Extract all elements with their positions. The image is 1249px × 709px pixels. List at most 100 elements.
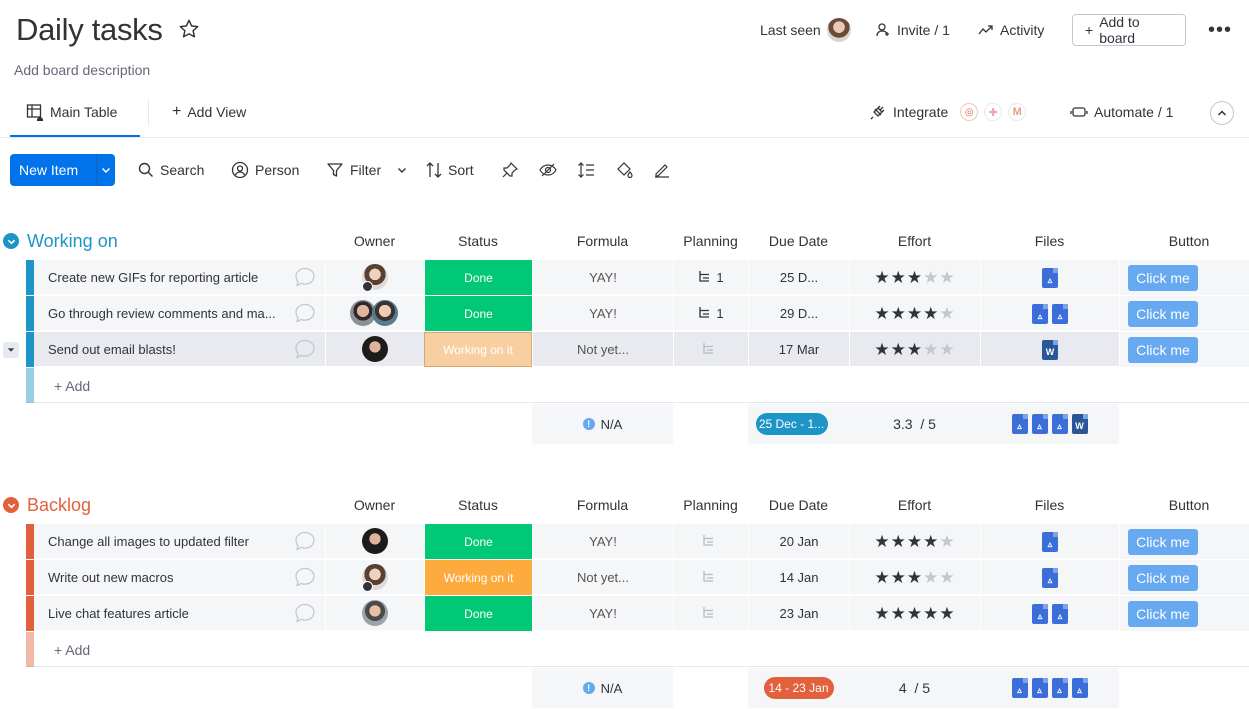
drive-file-icon[interactable]: ▵ bbox=[1051, 678, 1068, 698]
search-button[interactable]: Search bbox=[138, 156, 204, 184]
integrate-button[interactable]: Integrate ◎ ✚ M bbox=[869, 100, 1027, 124]
table-row[interactable]: Write out new macros Working on it Not yet… bbox=[26, 560, 1249, 595]
drive-file-icon[interactable]: ▵ bbox=[1052, 603, 1068, 624]
hide-eye-icon[interactable] bbox=[539, 162, 557, 178]
column-header[interactable]: Planning bbox=[673, 233, 748, 249]
drive-file-icon[interactable]: ▵ bbox=[1031, 678, 1048, 698]
star-filled-icon[interactable]: ★ bbox=[874, 340, 890, 360]
due-date-cell[interactable]: 23 Jan bbox=[748, 596, 849, 631]
formula-cell[interactable]: YAY! bbox=[532, 524, 673, 559]
effort-rating[interactable]: ★ ★ ★ ★ ★ bbox=[849, 596, 980, 631]
date-range-pill[interactable]: 25 Dec - 1... bbox=[755, 413, 828, 435]
star-empty-icon[interactable]: ★ bbox=[939, 532, 955, 552]
info-icon[interactable]: ! bbox=[582, 418, 595, 430]
star-empty-icon[interactable]: ★ bbox=[939, 268, 955, 288]
add-item-row[interactable]: + Add bbox=[26, 368, 1249, 403]
drive-file-icon[interactable]: ▵ bbox=[1042, 531, 1058, 552]
table-row[interactable]: Live chat features article Done YAY! 23 Jan… bbox=[26, 596, 1249, 631]
person-filter-button[interactable]: Person bbox=[231, 156, 299, 184]
info-icon[interactable]: ! bbox=[582, 682, 595, 694]
group-title[interactable]: Backlog bbox=[3, 493, 91, 517]
add-item-row[interactable]: + Add bbox=[26, 632, 1249, 667]
item-name[interactable]: Live chat features article bbox=[34, 596, 325, 631]
word-file-icon[interactable]: W bbox=[1042, 339, 1058, 360]
effort-rating[interactable]: ★ ★ ★ ★ ★ bbox=[849, 524, 980, 559]
column-header[interactable]: Due Date bbox=[748, 497, 849, 513]
planning-cell[interactable]: 1 bbox=[673, 296, 748, 331]
effort-rating[interactable]: ★ ★ ★ ★ ★ bbox=[849, 260, 980, 295]
star-filled-icon[interactable]: ★ bbox=[874, 304, 890, 324]
chevron-down-icon[interactable] bbox=[397, 165, 407, 175]
files-cell[interactable]: ▵ bbox=[980, 260, 1119, 295]
due-date-cell[interactable]: 25 D... bbox=[748, 260, 849, 295]
activity-button[interactable]: Activity bbox=[978, 14, 1044, 46]
effort-rating[interactable]: ★ ★ ★ ★ ★ bbox=[849, 332, 980, 367]
planning-cell[interactable] bbox=[673, 596, 748, 631]
column-header[interactable]: Status bbox=[424, 497, 532, 513]
owner-cell[interactable] bbox=[325, 524, 424, 559]
star-filled-icon[interactable]: ★ bbox=[939, 604, 955, 624]
status-cell[interactable]: Working on it bbox=[424, 332, 532, 367]
add-view-button[interactable]: + Add View bbox=[172, 100, 246, 124]
column-header[interactable]: Button bbox=[1119, 497, 1249, 513]
owner-avatar[interactable] bbox=[372, 300, 398, 326]
star-filled-icon[interactable]: ★ bbox=[891, 568, 907, 588]
star-filled-icon[interactable]: ★ bbox=[907, 304, 923, 324]
column-header[interactable]: Formula bbox=[532, 497, 673, 513]
more-options-icon[interactable]: ••• bbox=[1208, 20, 1232, 40]
owner-avatar[interactable] bbox=[362, 264, 388, 292]
planning-cell[interactable] bbox=[673, 524, 748, 559]
star-filled-icon[interactable]: ★ bbox=[907, 604, 923, 624]
formula-cell[interactable]: YAY! bbox=[532, 296, 673, 331]
star-empty-icon[interactable]: ★ bbox=[939, 304, 955, 324]
owner-avatar[interactable] bbox=[362, 528, 388, 554]
item-name[interactable]: Change all images to updated filter bbox=[34, 524, 325, 559]
word-file-icon[interactable]: W bbox=[1071, 414, 1088, 434]
column-header[interactable]: Formula bbox=[532, 233, 673, 249]
star-filled-icon[interactable]: ★ bbox=[907, 568, 923, 588]
owner-cell[interactable] bbox=[325, 596, 424, 631]
files-cell[interactable]: W bbox=[980, 332, 1119, 367]
favorite-star-icon[interactable] bbox=[178, 18, 200, 40]
new-item-button[interactable]: New Item bbox=[10, 154, 115, 186]
effort-rating[interactable]: ★ ★ ★ ★ ★ bbox=[849, 560, 980, 595]
invite-button[interactable]: Invite / 1 bbox=[875, 14, 950, 46]
color-fill-icon[interactable] bbox=[615, 161, 633, 179]
new-item-dropdown[interactable] bbox=[96, 154, 115, 186]
files-cell[interactable]: ▵ bbox=[980, 560, 1119, 595]
chat-bubble-icon[interactable] bbox=[294, 267, 316, 287]
row-height-icon[interactable] bbox=[577, 161, 595, 179]
star-filled-icon[interactable]: ★ bbox=[923, 604, 939, 624]
column-header[interactable]: Button bbox=[1119, 233, 1249, 249]
last-seen[interactable]: Last seen bbox=[760, 14, 851, 46]
automate-button[interactable]: Automate / 1 bbox=[1070, 100, 1173, 124]
files-cell[interactable]: ▵ ▵ bbox=[980, 296, 1119, 331]
due-date-cell[interactable]: 17 Mar bbox=[748, 332, 849, 367]
drive-file-icon[interactable]: ▵ bbox=[1011, 414, 1028, 434]
click-me-button[interactable]: Click me bbox=[1128, 600, 1198, 627]
chat-bubble-icon[interactable] bbox=[294, 531, 316, 551]
click-me-button[interactable]: Click me bbox=[1128, 336, 1198, 363]
status-cell[interactable]: Working on it bbox=[424, 560, 532, 595]
status-cell[interactable]: Done bbox=[424, 260, 532, 295]
column-header[interactable]: Files bbox=[980, 233, 1119, 249]
table-row[interactable]: Go through review comments and ma... Done… bbox=[26, 296, 1249, 331]
group-title[interactable]: Working on bbox=[3, 229, 118, 253]
click-me-button[interactable]: Click me bbox=[1128, 264, 1198, 291]
formula-cell[interactable]: YAY! bbox=[532, 260, 673, 295]
chat-bubble-icon[interactable] bbox=[294, 603, 316, 623]
star-filled-icon[interactable]: ★ bbox=[907, 340, 923, 360]
row-expand-chevron-icon[interactable] bbox=[3, 342, 19, 358]
star-filled-icon[interactable]: ★ bbox=[874, 532, 890, 552]
column-header[interactable]: Files bbox=[980, 497, 1119, 513]
sort-button[interactable]: Sort bbox=[426, 156, 474, 184]
column-header[interactable]: Status bbox=[424, 233, 532, 249]
drive-file-icon[interactable]: ▵ bbox=[1011, 678, 1028, 698]
files-cell[interactable]: ▵ bbox=[980, 524, 1119, 559]
filter-button[interactable]: Filter bbox=[326, 156, 407, 184]
table-row[interactable]: Send out email blasts! Working on it Not y… bbox=[26, 332, 1249, 367]
owner-cell[interactable] bbox=[325, 332, 424, 367]
tab-main-table[interactable]: Main Table bbox=[26, 100, 117, 124]
owner-cell[interactable] bbox=[325, 560, 424, 595]
chat-bubble-icon[interactable] bbox=[294, 567, 316, 587]
